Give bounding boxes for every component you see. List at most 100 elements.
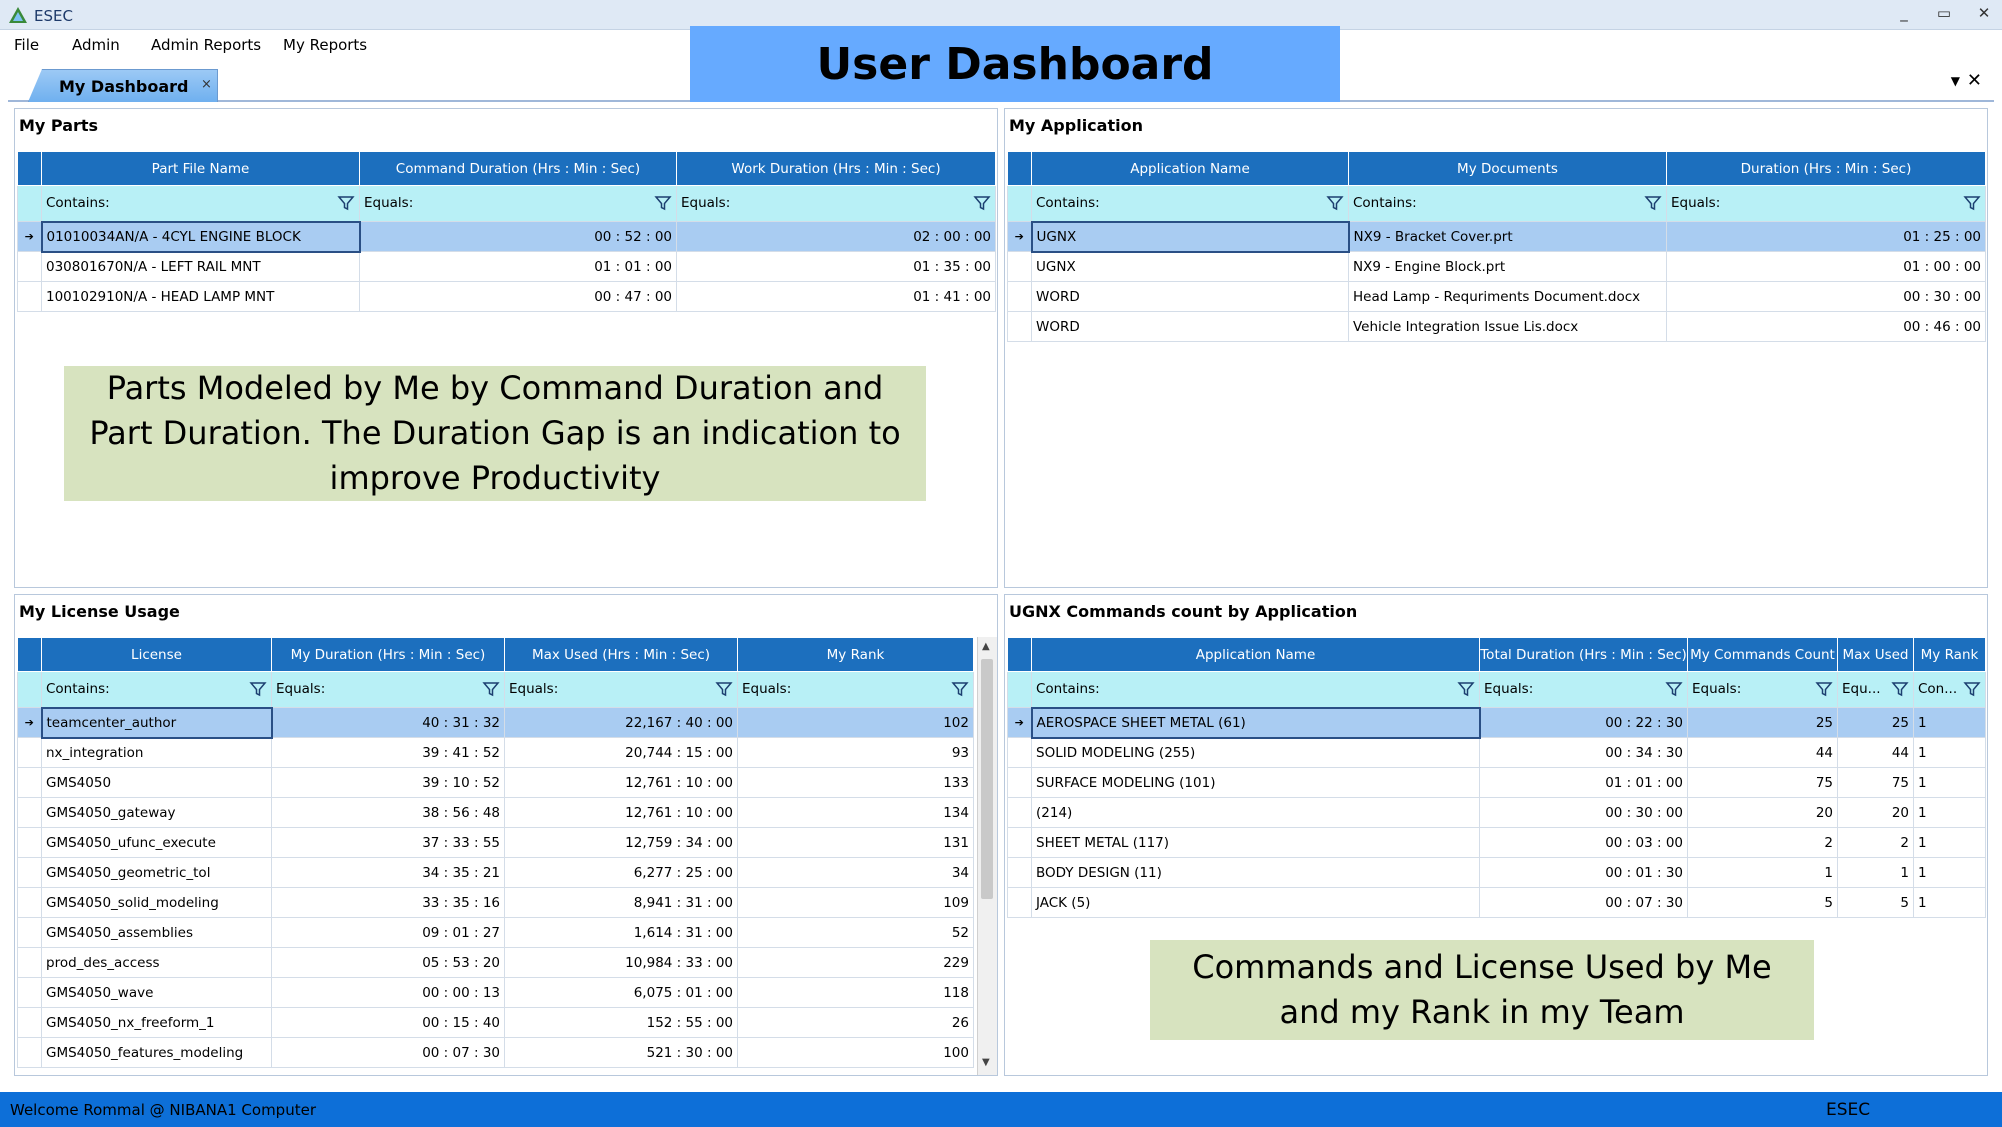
table-cell[interactable]: 6,277 : 25 : 00	[504, 857, 738, 888]
table-cell[interactable]: GMS4050_ufunc_execute	[41, 827, 272, 858]
table-cell[interactable]: UGNX	[1031, 251, 1349, 282]
table-cell[interactable]: 25	[1687, 707, 1838, 738]
table-cell[interactable]: 1	[1913, 737, 1986, 768]
table-cell[interactable]: 22,167 : 40 : 00	[504, 707, 738, 738]
table-cell[interactable]: 01 : 25 : 00	[1666, 221, 1986, 252]
table-cell[interactable]: GMS4050_geometric_tol	[41, 857, 272, 888]
table-cell[interactable]: 100	[737, 1037, 974, 1068]
table-row[interactable]: (214) 00 : 30 : 00 20 20 1	[1007, 797, 1986, 828]
table-cell[interactable]: 20	[1687, 797, 1838, 828]
table-cell[interactable]: 25	[1837, 707, 1914, 738]
table-cell[interactable]: 52	[737, 917, 974, 948]
tab-dropdown-icon[interactable]: ▼	[1951, 74, 1960, 88]
table-cell[interactable]: GMS4050_solid_modeling	[41, 887, 272, 918]
table-cell[interactable]: 2	[1837, 827, 1914, 858]
column-header[interactable]: Application Name	[1031, 637, 1480, 672]
table-cell[interactable]: 34 : 35 : 21	[271, 857, 505, 888]
column-header[interactable]: Duration (Hrs : Min : Sec)	[1666, 151, 1986, 186]
table-cell[interactable]: teamcenter_author	[40, 706, 273, 739]
table-row[interactable]: WORD Vehicle Integration Issue Lis.docx …	[1007, 311, 1986, 342]
filter-cell[interactable]: Contains:	[1031, 671, 1480, 708]
table-cell[interactable]: 01010034AN/A - 4CYL ENGINE BLOCK	[40, 220, 361, 253]
table-cell[interactable]: 40 : 31 : 32	[271, 707, 505, 738]
table-cell[interactable]: 521 : 30 : 00	[504, 1037, 738, 1068]
table-cell[interactable]: 44	[1837, 737, 1914, 768]
column-header[interactable]: My Documents	[1348, 151, 1667, 186]
table-cell[interactable]: 118	[737, 977, 974, 1008]
filter-icon[interactable]	[482, 680, 500, 698]
column-header[interactable]: Command Duration (Hrs : Min : Sec)	[359, 151, 677, 186]
filter-cell[interactable]: Equals:	[676, 185, 996, 222]
table-cell[interactable]: 133	[737, 767, 974, 798]
table-row[interactable]: SOLID MODELING (255) 00 : 34 : 30 44 44 1	[1007, 737, 1986, 768]
table-cell[interactable]: 00 : 34 : 30	[1479, 737, 1688, 768]
table-cell[interactable]: 05 : 53 : 20	[271, 947, 505, 978]
table-row[interactable]: GMS4050_assemblies 09 : 01 : 27 1,614 : 31…	[17, 917, 974, 948]
table-cell[interactable]: GMS4050_gateway	[41, 797, 272, 828]
column-header[interactable]: Part File Name	[41, 151, 360, 186]
table-cell[interactable]: 00 : 03 : 00	[1479, 827, 1688, 858]
table-row[interactable]: ➔ UGNX NX9 - Bracket Cover.prt 01 : 25 :…	[1007, 220, 1986, 253]
table-cell[interactable]: SOLID MODELING (255)	[1031, 737, 1480, 768]
table-cell[interactable]: NX9 - Bracket Cover.prt	[1348, 221, 1667, 252]
table-cell[interactable]: 1	[1837, 857, 1914, 888]
table-cell[interactable]: 39 : 10 : 52	[271, 767, 505, 798]
maximize-button[interactable]: ▭	[1934, 4, 1954, 22]
table-cell[interactable]: nx_integration	[41, 737, 272, 768]
menu-admin[interactable]: Admin	[72, 36, 120, 54]
table-cell[interactable]: 131	[737, 827, 974, 858]
filter-icon[interactable]	[973, 194, 991, 212]
table-cell[interactable]: GMS4050_features_modeling	[41, 1037, 272, 1068]
table-cell[interactable]: GMS4050_wave	[41, 977, 272, 1008]
table-cell[interactable]: 44	[1687, 737, 1838, 768]
filter-icon[interactable]	[1891, 680, 1909, 698]
filter-cell[interactable]: Equals:	[1687, 671, 1838, 708]
table-row[interactable]: GMS4050_wave 00 : 00 : 13 6,075 : 01 : 00 1…	[17, 977, 974, 1008]
tab-my-dashboard[interactable]: My Dashboard ×	[28, 69, 218, 102]
table-cell[interactable]: 00 : 30 : 00	[1479, 797, 1688, 828]
filter-cell[interactable]: Equals:	[1666, 185, 1986, 222]
table-cell[interactable]: 1	[1913, 827, 1986, 858]
table-cell[interactable]: 01 : 41 : 00	[676, 281, 996, 312]
table-cell[interactable]: 02 : 00 : 00	[676, 221, 996, 252]
table-cell[interactable]: 1	[1913, 797, 1986, 828]
table-cell[interactable]: 00 : 47 : 00	[359, 281, 677, 312]
table-cell[interactable]: 39 : 41 : 52	[271, 737, 505, 768]
table-cell[interactable]: 5	[1687, 887, 1838, 918]
table-cell[interactable]: 75	[1687, 767, 1838, 798]
table-cell[interactable]: 12,761 : 10 : 00	[504, 767, 738, 798]
table-cell[interactable]: 5	[1837, 887, 1914, 918]
filter-icon[interactable]	[1665, 680, 1683, 698]
column-header[interactable]: My Rank	[737, 637, 974, 672]
table-cell[interactable]: 00 : 46 : 00	[1666, 311, 1986, 342]
filter-cell[interactable]: Equals:	[504, 671, 738, 708]
filter-icon[interactable]	[654, 194, 672, 212]
table-cell[interactable]: 34	[737, 857, 974, 888]
table-cell[interactable]: 00 : 07 : 30	[1479, 887, 1688, 918]
table-cell[interactable]: 26	[737, 1007, 974, 1038]
table-row[interactable]: ➔ AEROSPACE SHEET METAL (61) 00 : 22 : 3…	[1007, 706, 1986, 739]
column-header[interactable]: My Rank	[1913, 637, 1986, 672]
menu-file[interactable]: File	[14, 36, 39, 54]
table-cell[interactable]: 102	[737, 707, 974, 738]
filter-icon[interactable]	[715, 680, 733, 698]
vertical-scrollbar[interactable]: ▲ ▼	[977, 637, 997, 1075]
column-header[interactable]: License	[41, 637, 272, 672]
filter-cell[interactable]: Con...	[1913, 671, 1986, 708]
table-cell[interactable]: 00 : 30 : 00	[1666, 281, 1986, 312]
tab-close-icon[interactable]: ×	[201, 77, 212, 92]
table-row[interactable]: SURFACE MODELING (101) 01 : 01 : 00 75 75 1	[1007, 767, 1986, 798]
filter-cell[interactable]: Contains:	[1348, 185, 1667, 222]
table-cell[interactable]: (214)	[1031, 797, 1480, 828]
table-cell[interactable]: WORD	[1031, 311, 1349, 342]
table-cell[interactable]: SURFACE MODELING (101)	[1031, 767, 1480, 798]
table-cell[interactable]: 030801670N/A - LEFT RAIL MNT	[41, 251, 360, 282]
table-cell[interactable]: 01 : 35 : 00	[676, 251, 996, 282]
table-cell[interactable]: 109	[737, 887, 974, 918]
table-row[interactable]: WORD Head Lamp - Requriments Document.do…	[1007, 281, 1986, 312]
table-row[interactable]: SHEET METAL (117) 00 : 03 : 00 2 2 1	[1007, 827, 1986, 858]
table-cell[interactable]: GMS4050	[41, 767, 272, 798]
table-cell[interactable]: JACK (5)	[1031, 887, 1480, 918]
table-row[interactable]: GMS4050_ufunc_execute 37 : 33 : 55 12,759 …	[17, 827, 974, 858]
filter-icon[interactable]	[249, 680, 267, 698]
